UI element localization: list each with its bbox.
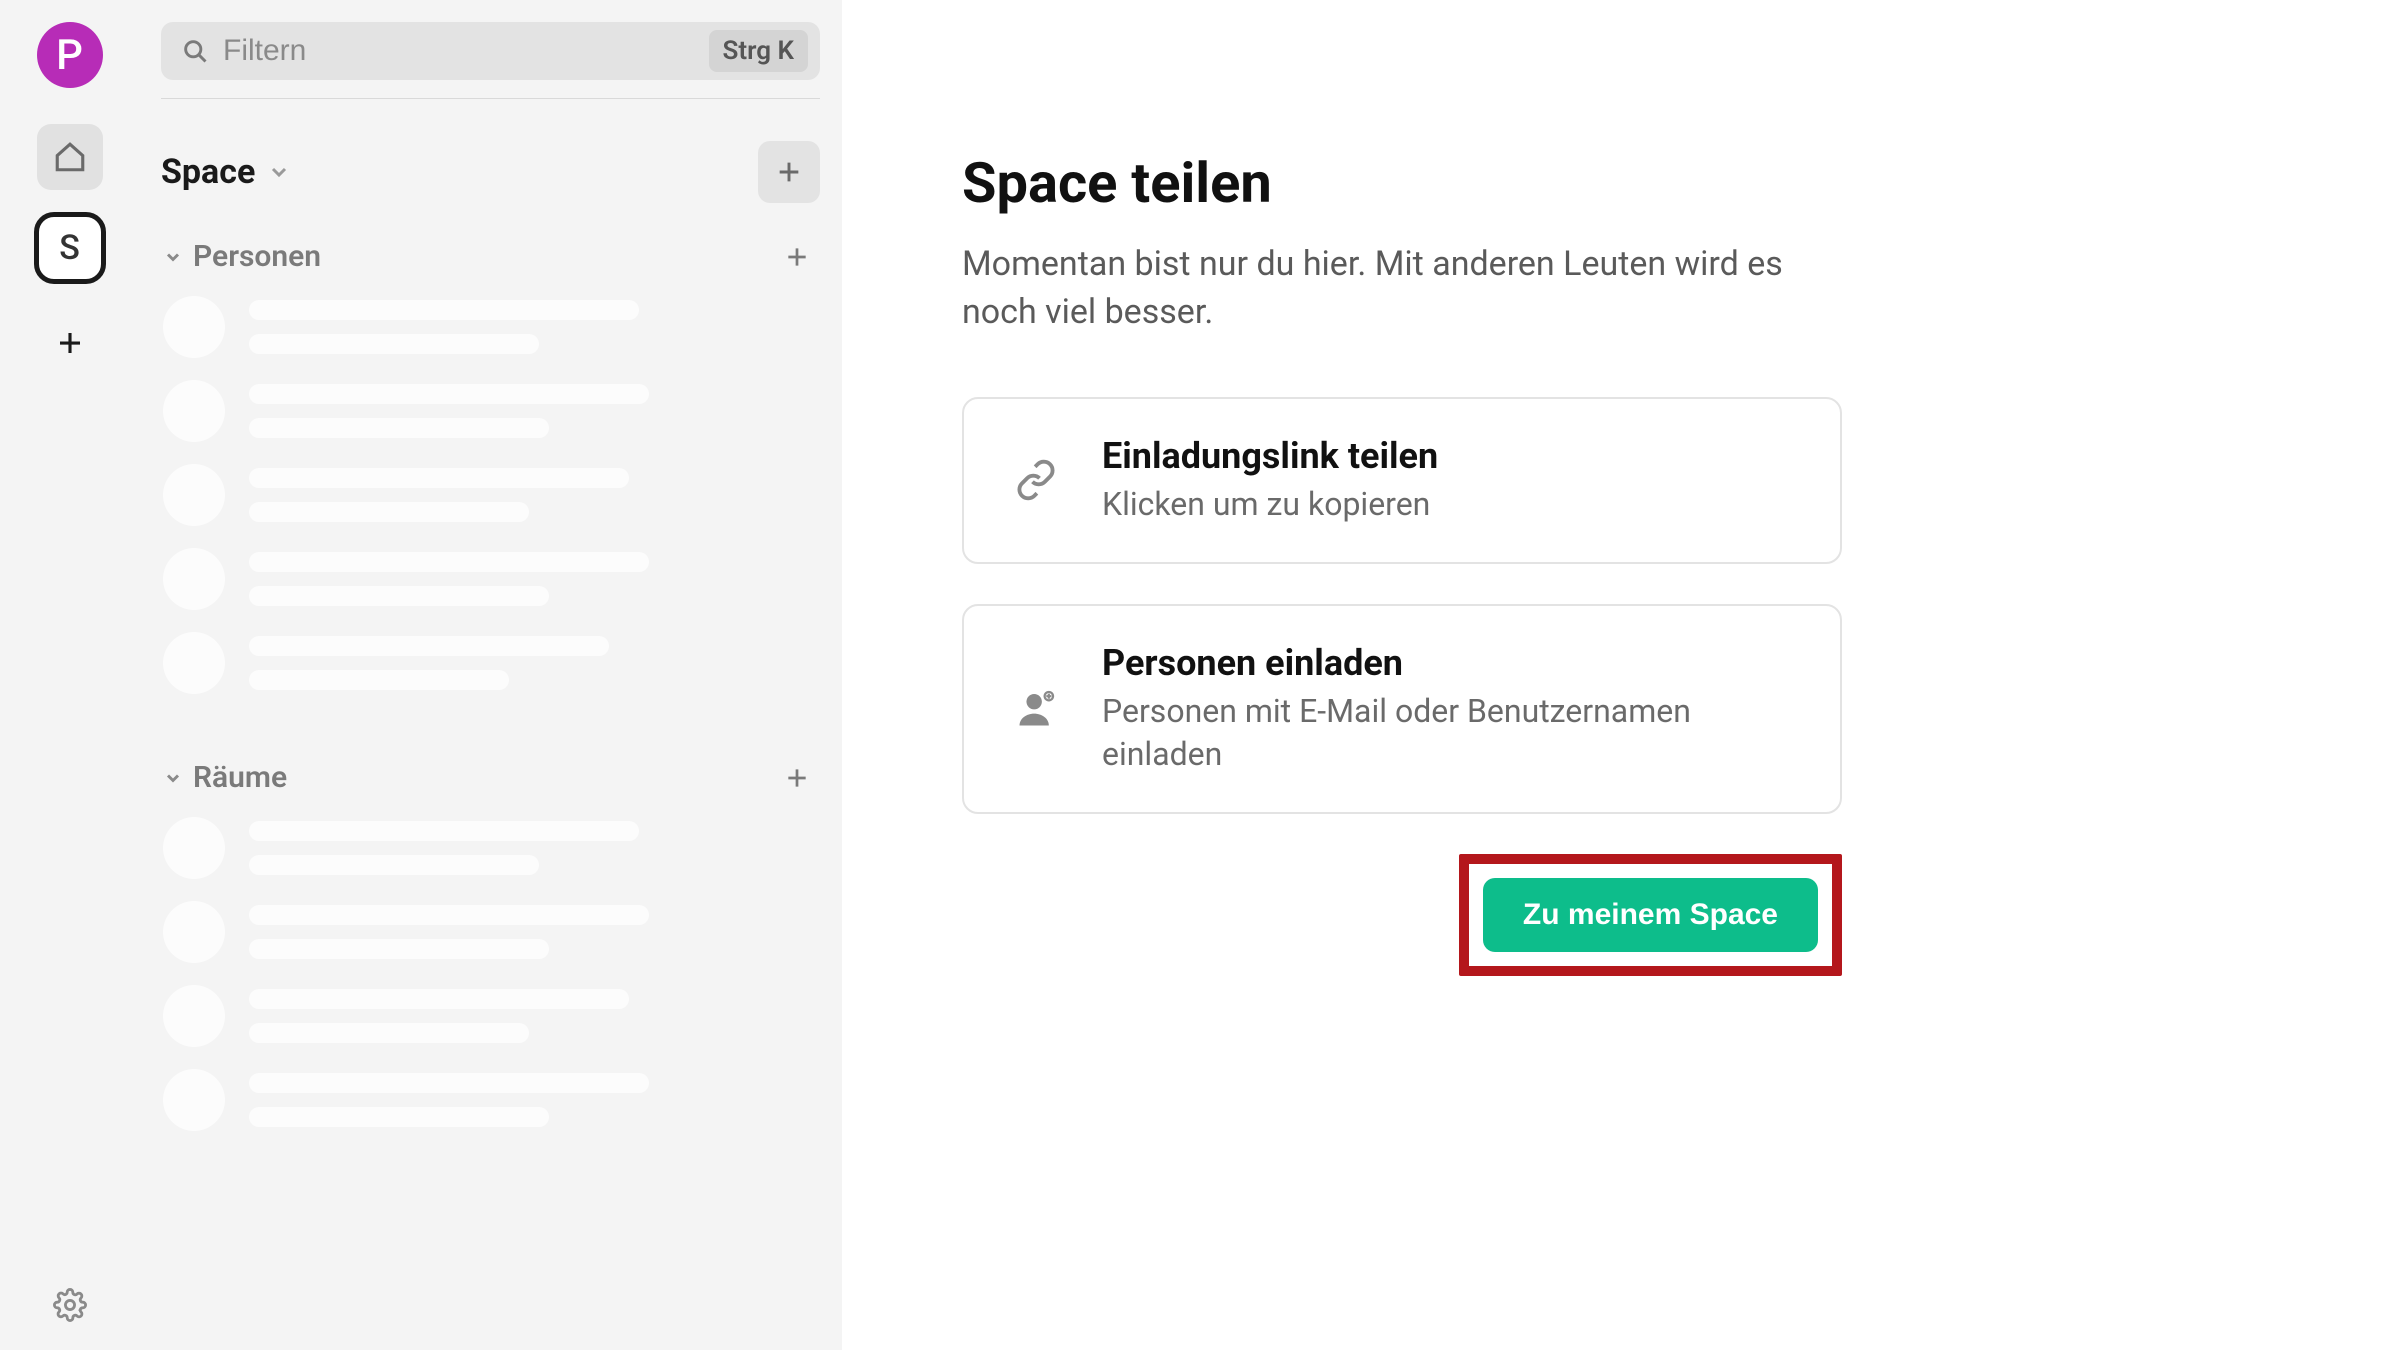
section-rooms-label: Räume [193, 760, 287, 795]
plus-icon [775, 158, 803, 186]
list-item [163, 1069, 820, 1131]
person-add-icon [1012, 687, 1060, 731]
chevron-down-icon [267, 160, 291, 184]
list-item [163, 464, 820, 526]
page-title: Space teilen [962, 150, 1842, 216]
section-people: Personen [161, 233, 820, 280]
left-panel: Strg K Space Personen [139, 0, 842, 1350]
avatar[interactable]: P [37, 22, 103, 88]
highlight-annotation: Zu meinem Space [1459, 854, 1842, 976]
space-switcher[interactable]: Space [161, 152, 291, 192]
share-link-card[interactable]: Einladungslink teilen Klicken um zu kopi… [962, 397, 1842, 564]
share-link-sub: Klicken um zu kopieren [1102, 483, 1438, 526]
rooms-skeleton [161, 817, 820, 1131]
section-people-label: Personen [193, 239, 321, 274]
main-content: Space teilen Momentan bist nur du hier. … [842, 0, 2400, 1350]
link-icon [1012, 459, 1060, 501]
invite-people-card[interactable]: Personen einladen Personen mit E-Mail od… [962, 604, 1842, 814]
nav-rail: P S [0, 0, 139, 1350]
share-link-title: Einladungslink teilen [1102, 435, 1438, 477]
people-skeleton [161, 296, 820, 694]
section-rooms-toggle[interactable]: Räume [163, 760, 287, 795]
add-people-button[interactable] [776, 244, 818, 270]
go-to-space-button[interactable]: Zu meinem Space [1483, 878, 1818, 952]
home-button[interactable] [37, 124, 103, 190]
list-item [163, 380, 820, 442]
space-label: Space [161, 152, 255, 192]
search-input[interactable] [223, 34, 709, 68]
list-item [163, 985, 820, 1047]
list-item [163, 817, 820, 879]
space-button[interactable]: S [34, 212, 106, 284]
settings-button[interactable] [53, 1288, 87, 1322]
home-icon [53, 140, 87, 174]
invite-people-sub: Personen mit E-Mail oder Benutzernamen e… [1102, 690, 1722, 776]
search-bar[interactable]: Strg K [161, 22, 820, 80]
list-item [163, 632, 820, 694]
divider [161, 98, 820, 99]
space-letter: S [59, 228, 80, 268]
invite-people-title: Personen einladen [1102, 642, 1722, 684]
chevron-down-icon [163, 768, 183, 788]
chevron-down-icon [163, 247, 183, 267]
list-item [163, 901, 820, 963]
avatar-letter: P [56, 31, 83, 80]
page-subtitle: Momentan bist nur du hier. Mit anderen L… [962, 240, 1832, 337]
list-item [163, 548, 820, 610]
add-button[interactable] [758, 141, 820, 203]
search-icon [181, 37, 209, 65]
section-rooms: Räume [161, 754, 820, 801]
add-space-button[interactable] [37, 310, 103, 376]
gear-icon [53, 1288, 87, 1322]
list-item [163, 296, 820, 358]
section-people-toggle[interactable]: Personen [163, 239, 321, 274]
plus-icon [784, 765, 810, 791]
plus-icon [784, 244, 810, 270]
search-shortcut: Strg K [709, 30, 808, 72]
add-room-button[interactable] [776, 765, 818, 791]
plus-icon [55, 328, 85, 358]
